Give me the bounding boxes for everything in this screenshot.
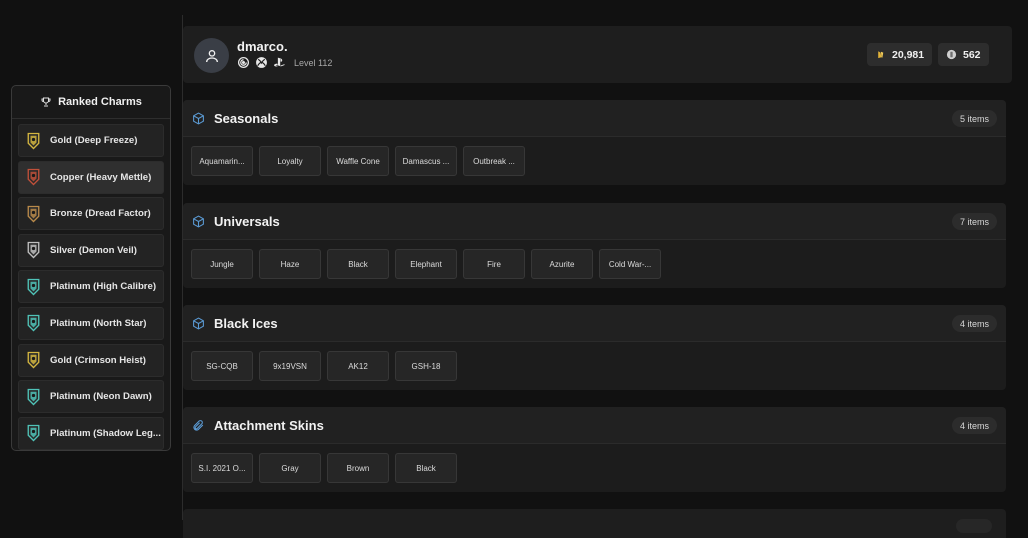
item-tile[interactable]: S.I. 2021 O... bbox=[191, 453, 253, 483]
charm-item-label: Platinum (Neon Dawn) bbox=[50, 391, 152, 403]
charm-item-platinum-neon-dawn[interactable]: Platinum (Neon Dawn) bbox=[18, 380, 164, 414]
charm-badge-icon bbox=[27, 132, 40, 149]
charm-badge-icon bbox=[27, 351, 40, 369]
section-title: Seasonals bbox=[214, 110, 279, 126]
section-universals: Universals 7 items Jungle Haze Black Elephant… bbox=[183, 203, 1006, 288]
cube-icon bbox=[193, 214, 204, 228]
charm-list: Gold (Deep Freeze) Copper (Heavy Mettle) B… bbox=[12, 119, 170, 450]
section-title: Black Ices bbox=[214, 315, 278, 331]
cube-icon bbox=[193, 316, 204, 330]
charm-badge-icon bbox=[27, 205, 40, 223]
item-tile[interactable]: Elephant bbox=[395, 249, 457, 279]
item-tile[interactable]: Brown bbox=[327, 453, 389, 483]
charm-item-silver-demon-veil[interactable]: Silver (Demon Veil) bbox=[18, 233, 164, 267]
charm-item-gold-crimson-heist[interactable]: Gold (Crimson Heist) bbox=[18, 343, 164, 377]
item-count-badge: 4 items bbox=[951, 417, 997, 434]
charm-item-label: Gold (Deep Freeze) bbox=[50, 135, 138, 146]
section-attachment-skins: Attachment Skins 4 items S.I. 2021 O... Gra… bbox=[183, 407, 1006, 492]
item-count-badge: 7 items bbox=[951, 213, 997, 230]
item-tile[interactable]: Outbreak ... bbox=[463, 146, 525, 176]
item-tile[interactable]: Black bbox=[395, 453, 457, 483]
username: dmarco. bbox=[237, 39, 288, 54]
charm-badge-icon bbox=[27, 242, 40, 259]
user-icon bbox=[205, 49, 218, 62]
credits-value: 20,981 bbox=[892, 48, 925, 61]
renown-value: 562 bbox=[963, 48, 981, 61]
charm-item-label: Silver (Demon Veil) bbox=[50, 244, 137, 256]
renown-icon bbox=[946, 49, 957, 60]
charm-item-copper-heavy-mettle[interactable]: Copper (Heavy Mettle) bbox=[18, 160, 164, 194]
section-seasonals: Seasonals 5 items Aquamarin... Loyalty Waffl… bbox=[183, 100, 1006, 185]
item-grid: SG-CQB 9x19VSN AK12 GSH-18 bbox=[183, 342, 1006, 381]
item-tile[interactable]: Jungle bbox=[191, 249, 253, 279]
charm-item-label: Bronze (Dread Factor) bbox=[50, 208, 151, 220]
renown-badge: 562 bbox=[938, 43, 989, 66]
section-black-ices: Black Ices 4 items SG-CQB 9x19VSN AK12 GSH-18 bbox=[183, 305, 1006, 390]
count-badge-partial bbox=[956, 519, 992, 533]
charm-item-label: Platinum (High Calibre) bbox=[50, 281, 157, 293]
charm-item-platinum-high-calibre[interactable]: Platinum (High Calibre) bbox=[18, 270, 164, 304]
xbox-icon bbox=[256, 57, 267, 68]
playstation-icon bbox=[274, 57, 285, 67]
item-tile[interactable]: Waffle Cone bbox=[327, 146, 389, 176]
charm-item-platinum-shadow-leg[interactable]: Platinum (Shadow Leg... bbox=[18, 416, 164, 450]
section-title: Universals bbox=[214, 213, 280, 229]
charm-badge-icon bbox=[27, 425, 40, 442]
item-grid: Jungle Haze Black Elephant Fire Azurite Cold W… bbox=[183, 240, 1006, 279]
cube-icon bbox=[193, 111, 204, 125]
charm-item-gold-deep-freeze[interactable]: Gold (Deep Freeze) bbox=[18, 124, 164, 157]
credits-badge: 20,981 bbox=[867, 43, 933, 66]
item-tile[interactable]: Black bbox=[327, 249, 389, 279]
section-header: Attachment Skins 4 items bbox=[183, 407, 1006, 444]
charm-item-label: Platinum (Shadow Leg... bbox=[50, 427, 161, 439]
avatar[interactable] bbox=[194, 38, 229, 73]
item-tile[interactable]: Azurite bbox=[531, 249, 593, 279]
section-title: Attachment Skins bbox=[214, 417, 324, 433]
charm-badge-icon bbox=[27, 278, 40, 296]
item-tile[interactable]: Aquamarin... bbox=[191, 146, 253, 176]
item-tile[interactable]: Fire bbox=[463, 249, 525, 279]
ubisoft-icon bbox=[237, 56, 250, 69]
section-header: Seasonals 5 items bbox=[183, 100, 1006, 137]
item-tile[interactable]: Cold War-... bbox=[599, 249, 661, 279]
charm-badge-icon bbox=[27, 388, 40, 406]
charm-item-label: Gold (Crimson Heist) bbox=[50, 354, 146, 366]
charm-badge-icon bbox=[27, 168, 40, 186]
trophy-icon bbox=[41, 97, 51, 107]
section-header: Black Ices 4 items bbox=[183, 305, 1006, 342]
item-grid: S.I. 2021 O... Gray Brown Black bbox=[183, 444, 1006, 483]
item-tile[interactable]: SG-CQB bbox=[191, 351, 253, 381]
charm-item-platinum-north-star[interactable]: Platinum (North Star) bbox=[18, 306, 164, 340]
item-count-badge: 5 items bbox=[951, 110, 997, 127]
next-section-partial bbox=[183, 509, 1006, 538]
ranked-charms-title: Ranked Charms bbox=[58, 96, 142, 108]
item-tile[interactable]: AK12 bbox=[327, 351, 389, 381]
item-tile[interactable]: GSH-18 bbox=[395, 351, 457, 381]
charm-item-label: Copper (Heavy Mettle) bbox=[50, 171, 152, 183]
credits-icon bbox=[878, 51, 884, 59]
charm-item-label: Platinum (North Star) bbox=[50, 317, 147, 329]
item-tile[interactable]: Gray bbox=[259, 453, 321, 483]
charm-item-bronze-dread-factor[interactable]: Bronze (Dread Factor) bbox=[18, 197, 164, 231]
item-tile[interactable]: Damascus ... bbox=[395, 146, 457, 176]
platform-row: Level 112 bbox=[237, 56, 332, 69]
item-count-badge: 4 items bbox=[951, 315, 997, 332]
ranked-charms-panel: Ranked Charms Gold (Deep Freeze) Copper (… bbox=[11, 85, 171, 451]
player-level: Level 112 bbox=[294, 57, 333, 68]
item-tile[interactable]: Loyalty bbox=[259, 146, 321, 176]
paperclip-icon bbox=[193, 419, 204, 431]
profile-header: dmarco. Level 112 20,981 562 bbox=[183, 26, 1012, 83]
ranked-charms-header: Ranked Charms bbox=[12, 86, 170, 119]
item-tile[interactable]: 9x19VSN bbox=[259, 351, 321, 381]
item-grid: Aquamarin... Loyalty Waffle Cone Damascus .… bbox=[183, 137, 1006, 176]
section-header: Universals 7 items bbox=[183, 203, 1006, 240]
charm-badge-icon bbox=[27, 315, 40, 332]
item-tile[interactable]: Haze bbox=[259, 249, 321, 279]
